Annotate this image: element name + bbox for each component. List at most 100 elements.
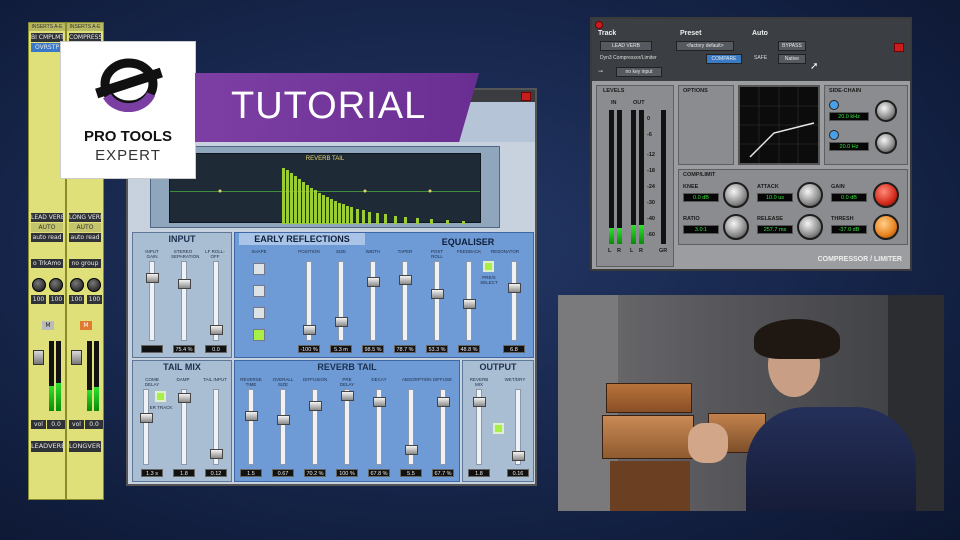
native-button[interactable]: Native	[778, 54, 806, 64]
absorption-value: 5.5	[400, 469, 422, 477]
comb-delay-slider-track[interactable]	[143, 389, 149, 465]
diffuse-slider[interactable]	[437, 397, 450, 407]
param-label: OVERALL SIZE	[272, 377, 294, 387]
lf-rolloff-slider[interactable]	[210, 325, 223, 335]
insert-slot[interactable]: BI CMPLMT	[31, 33, 63, 42]
tail-input-slider[interactable]	[210, 449, 223, 459]
pan-knob[interactable]	[49, 278, 63, 292]
preset-selector[interactable]: <factory default>	[676, 41, 734, 51]
automation-mode[interactable]: auto read	[69, 233, 101, 242]
taper-slider-track[interactable]	[402, 261, 408, 341]
shape-button-c[interactable]	[253, 307, 265, 319]
pan-knob[interactable]	[87, 278, 101, 292]
resonator-value: 6.8	[503, 345, 525, 353]
decay-curve-graph	[218, 168, 465, 224]
overall-size-slider[interactable]	[277, 415, 290, 425]
preset-header: Preset	[680, 30, 702, 37]
banner-text: TUTORIAL	[231, 85, 427, 127]
output-selector[interactable]: LONG VERB	[69, 213, 101, 222]
volume-fader[interactable]	[33, 350, 44, 365]
sidechain-label: SIDE-CHAIN	[829, 88, 862, 94]
resonator-slider[interactable]	[508, 283, 521, 293]
ratio-knob[interactable]	[723, 214, 749, 240]
pan-knob[interactable]	[32, 278, 46, 292]
input-section: INPUT INPUT GAIN STEREO SEPARATION LF RO…	[132, 232, 232, 358]
compare-button[interactable]: COMPARE	[706, 54, 742, 64]
gain-knob[interactable]	[873, 182, 899, 208]
automation-mode[interactable]: auto read	[31, 233, 63, 242]
comb-delay-slider[interactable]	[140, 413, 153, 423]
pan-knob[interactable]	[70, 278, 84, 292]
track-name[interactable]: LEADVERB	[31, 441, 63, 452]
wet-dry-slider[interactable]	[512, 451, 525, 461]
bypass-button[interactable]: BYPASS	[778, 41, 806, 51]
hf-knob[interactable]	[875, 100, 897, 122]
mouse-cursor-icon: ➚	[810, 61, 819, 72]
volume-label: vol	[31, 420, 46, 429]
track-name[interactable]: LONGVERB	[69, 441, 101, 452]
close-icon[interactable]	[595, 21, 603, 29]
shape-label: SHAPE	[251, 249, 267, 254]
stereo-separation-slider[interactable]	[178, 279, 191, 289]
thresh-knob[interactable]	[873, 214, 899, 240]
resonator-slider-track[interactable]	[511, 261, 517, 341]
post-roll-slider-track[interactable]	[434, 261, 440, 341]
param-label: LF ROLL-OFF	[205, 249, 225, 259]
release-knob[interactable]	[797, 214, 823, 240]
stereo-separation-value: 75.4 %	[173, 345, 195, 353]
reverb-mix-value: 1.8	[468, 469, 490, 477]
input-gain-slider[interactable]	[146, 273, 159, 283]
size-slider[interactable]	[335, 317, 348, 327]
thresh-label: THRESH	[831, 216, 854, 222]
hf-enable-toggle[interactable]	[829, 100, 839, 110]
mute-button[interactable]: M	[42, 321, 54, 330]
pre-select-toggle[interactable]	[483, 261, 494, 272]
diffusion-slider[interactable]	[309, 401, 322, 411]
taper-slider[interactable]	[399, 275, 412, 285]
wet-dry-link-toggle[interactable]	[493, 423, 504, 434]
param-label: TAIL INPUT	[203, 377, 227, 382]
position-slider[interactable]	[303, 325, 316, 335]
key-input-selector[interactable]: no key input	[616, 67, 662, 77]
bus-label: AUTO	[31, 223, 63, 232]
insert-slot[interactable]: OVRSTP	[31, 43, 63, 52]
lf-value: 20.0 Hz	[829, 142, 869, 151]
overall-size-slider-track[interactable]	[280, 389, 286, 465]
volume-fader[interactable]	[71, 350, 82, 365]
comp-limit-label: COMP/LIMIT	[683, 172, 716, 178]
reverb-mix-slider[interactable]	[473, 397, 486, 407]
shape-button-a[interactable]	[253, 263, 265, 275]
damp-slider[interactable]	[178, 393, 191, 403]
pro-tools-expert-logo: PRO TOOLS EXPERT	[60, 41, 196, 179]
group-selector[interactable]: o TrkAmo	[31, 259, 63, 268]
output-selector[interactable]: LEAD VERB	[31, 213, 63, 222]
feedback-slider[interactable]	[463, 299, 476, 309]
width-slider-track[interactable]	[370, 261, 376, 341]
reverse-time-slider[interactable]	[245, 411, 258, 421]
width-slider[interactable]	[367, 277, 380, 287]
knee-knob[interactable]	[723, 182, 749, 208]
shape-button-d[interactable]	[253, 329, 265, 341]
mute-button[interactable]: M	[80, 321, 92, 330]
size-slider-track[interactable]	[338, 261, 344, 341]
track-selector[interactable]: LEAD VERB	[600, 41, 652, 51]
tail-mix-section: TAIL MIX COMB DELAY DAMP TAIL INPUT ER T…	[132, 360, 232, 482]
pre-delay-slider[interactable]	[341, 391, 354, 401]
stereo-separation-slider-track[interactable]	[181, 261, 187, 341]
absorption-slider[interactable]	[405, 445, 418, 455]
pan-value: 100	[87, 295, 102, 304]
attack-knob[interactable]	[797, 182, 823, 208]
param-label: INPUT GAIN	[145, 249, 159, 259]
decay-slider[interactable]	[373, 397, 386, 407]
plugin-power-icon[interactable]	[894, 43, 904, 52]
attack-label: ATTACK	[757, 184, 779, 190]
er-track-toggle[interactable]	[155, 391, 166, 402]
lf-knob[interactable]	[875, 132, 897, 154]
group-selector[interactable]: no group	[69, 259, 101, 268]
lf-enable-toggle[interactable]	[829, 130, 839, 140]
reverse-time-slider-track[interactable]	[248, 389, 254, 465]
post-roll-slider[interactable]	[431, 289, 444, 299]
diffusion-value: 70.2 %	[304, 469, 326, 477]
close-icon[interactable]	[521, 92, 531, 101]
shape-button-b[interactable]	[253, 285, 265, 297]
